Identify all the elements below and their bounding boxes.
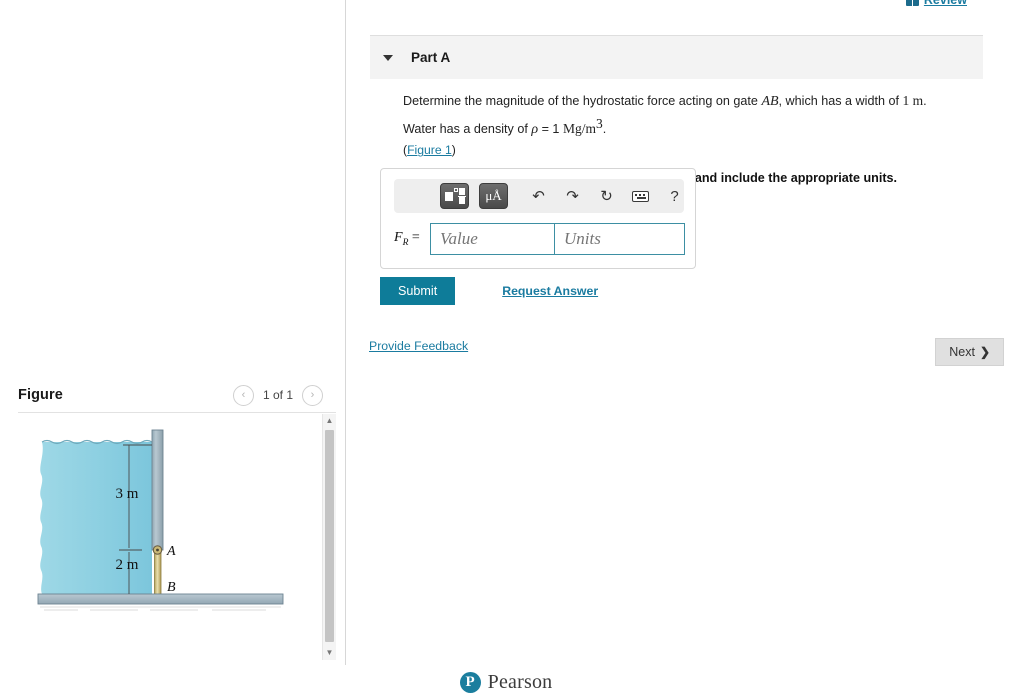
- pearson-wordmark: Pearson: [487, 670, 553, 693]
- answer-row: FR =: [394, 223, 685, 255]
- question-gate-label: AB: [761, 94, 779, 109]
- answer-entry-box: μÅ ↶ ↷ ↻ ? FR =: [380, 168, 696, 269]
- label-point-b: B: [167, 580, 176, 595]
- help-icon[interactable]: ?: [666, 186, 683, 206]
- answer-units-input[interactable]: [555, 223, 685, 255]
- rho-exponent: 3: [595, 116, 603, 132]
- pearson-logo: P Pearson: [459, 670, 553, 694]
- submit-row: Submit Request Answer: [380, 277, 598, 305]
- figure-sidebar: Figure ‹ 1 of 1 › 3 m 2 m A B ▲ ▼: [0, 0, 346, 665]
- redo-icon[interactable]: ↷: [564, 186, 581, 206]
- figure-1-link[interactable]: Figure 1: [407, 143, 452, 157]
- scrollbar-thumb[interactable]: [325, 430, 334, 642]
- chevron-right-icon[interactable]: ›: [302, 384, 323, 406]
- answer-value-input[interactable]: [430, 223, 555, 255]
- question-text-end: .: [602, 122, 607, 137]
- figure-panel-header: Figure ‹ 1 of 1 ›: [0, 378, 345, 412]
- ground-hatching: [40, 606, 281, 611]
- scroll-down-icon[interactable]: ▼: [323, 646, 336, 660]
- figure-link-wrap: (Figure 1): [403, 143, 963, 157]
- figure-counter: 1 of 1: [262, 388, 293, 402]
- undo-icon[interactable]: ↶: [530, 186, 547, 206]
- ground-slab: [37, 593, 284, 605]
- units-icon[interactable]: μÅ: [479, 183, 508, 209]
- units-glyph: μÅ: [485, 188, 502, 203]
- provide-feedback-link[interactable]: Provide Feedback: [369, 339, 468, 353]
- figure-scrollbar[interactable]: ▲ ▼: [322, 414, 336, 660]
- rho-equals: = 1: [538, 122, 563, 137]
- figure-panel-title: Figure: [18, 387, 63, 403]
- next-button[interactable]: Next ❯: [935, 338, 1004, 366]
- question-width-value: 1 m: [902, 93, 924, 108]
- pearson-mark-icon: P: [459, 671, 481, 693]
- part-a-label: Part A: [411, 50, 451, 65]
- page-root: Figure ‹ 1 of 1 › 3 m 2 m A B ▲ ▼ Review…: [0, 0, 1024, 699]
- answer-variable: F: [394, 230, 403, 246]
- request-answer-link[interactable]: Request Answer: [502, 284, 598, 298]
- answer-variable-label: FR =: [394, 230, 430, 248]
- figure-viewport: 3 m 2 m A B ▲ ▼: [18, 412, 336, 660]
- scroll-up-icon[interactable]: ▲: [323, 414, 336, 428]
- wall-upper: [151, 429, 164, 551]
- math-toolbar: μÅ ↶ ↷ ↻ ?: [394, 179, 684, 213]
- answer-variable-sub: R: [402, 237, 409, 248]
- question-text-mid: , which has a width of: [778, 94, 903, 108]
- template-icon[interactable]: [440, 183, 469, 209]
- review-row: Review: [905, 0, 967, 8]
- page-footer: P Pearson: [0, 665, 1024, 699]
- gate-ab: [154, 549, 162, 597]
- figure-pager: ‹ 1 of 1 ›: [232, 384, 323, 406]
- answer-equals: =: [411, 230, 420, 246]
- dimension-label-bottom: 2 m: [116, 557, 139, 573]
- caret-down-icon[interactable]: [383, 54, 393, 61]
- figure-diagram: 3 m 2 m A B: [37, 429, 284, 611]
- dimension-label-top: 3 m: [116, 486, 139, 502]
- paren-close: ): [451, 143, 456, 158]
- problem-main: Review Part A Determine the magnitude of…: [347, 0, 1024, 665]
- part-a-header[interactable]: Part A: [370, 35, 983, 79]
- rho-units: Mg/m: [562, 121, 596, 137]
- keyboard-icon[interactable]: [632, 186, 649, 206]
- template-glyph: [444, 187, 466, 205]
- label-point-a: A: [166, 544, 176, 559]
- submit-button[interactable]: Submit: [380, 277, 456, 305]
- chevron-left-icon[interactable]: ‹: [232, 384, 254, 406]
- review-link[interactable]: Review: [924, 0, 967, 7]
- next-label: Next: [949, 345, 975, 359]
- chevron-right-icon: ❯: [979, 345, 990, 359]
- question-text: Determine the magnitude of the hydrostat…: [403, 90, 963, 141]
- book-icon: [905, 0, 919, 6]
- question-text-pre: Determine the magnitude of the hydrostat…: [403, 94, 762, 108]
- hinge-a-center: [156, 548, 159, 552]
- reset-icon[interactable]: ↻: [598, 186, 615, 206]
